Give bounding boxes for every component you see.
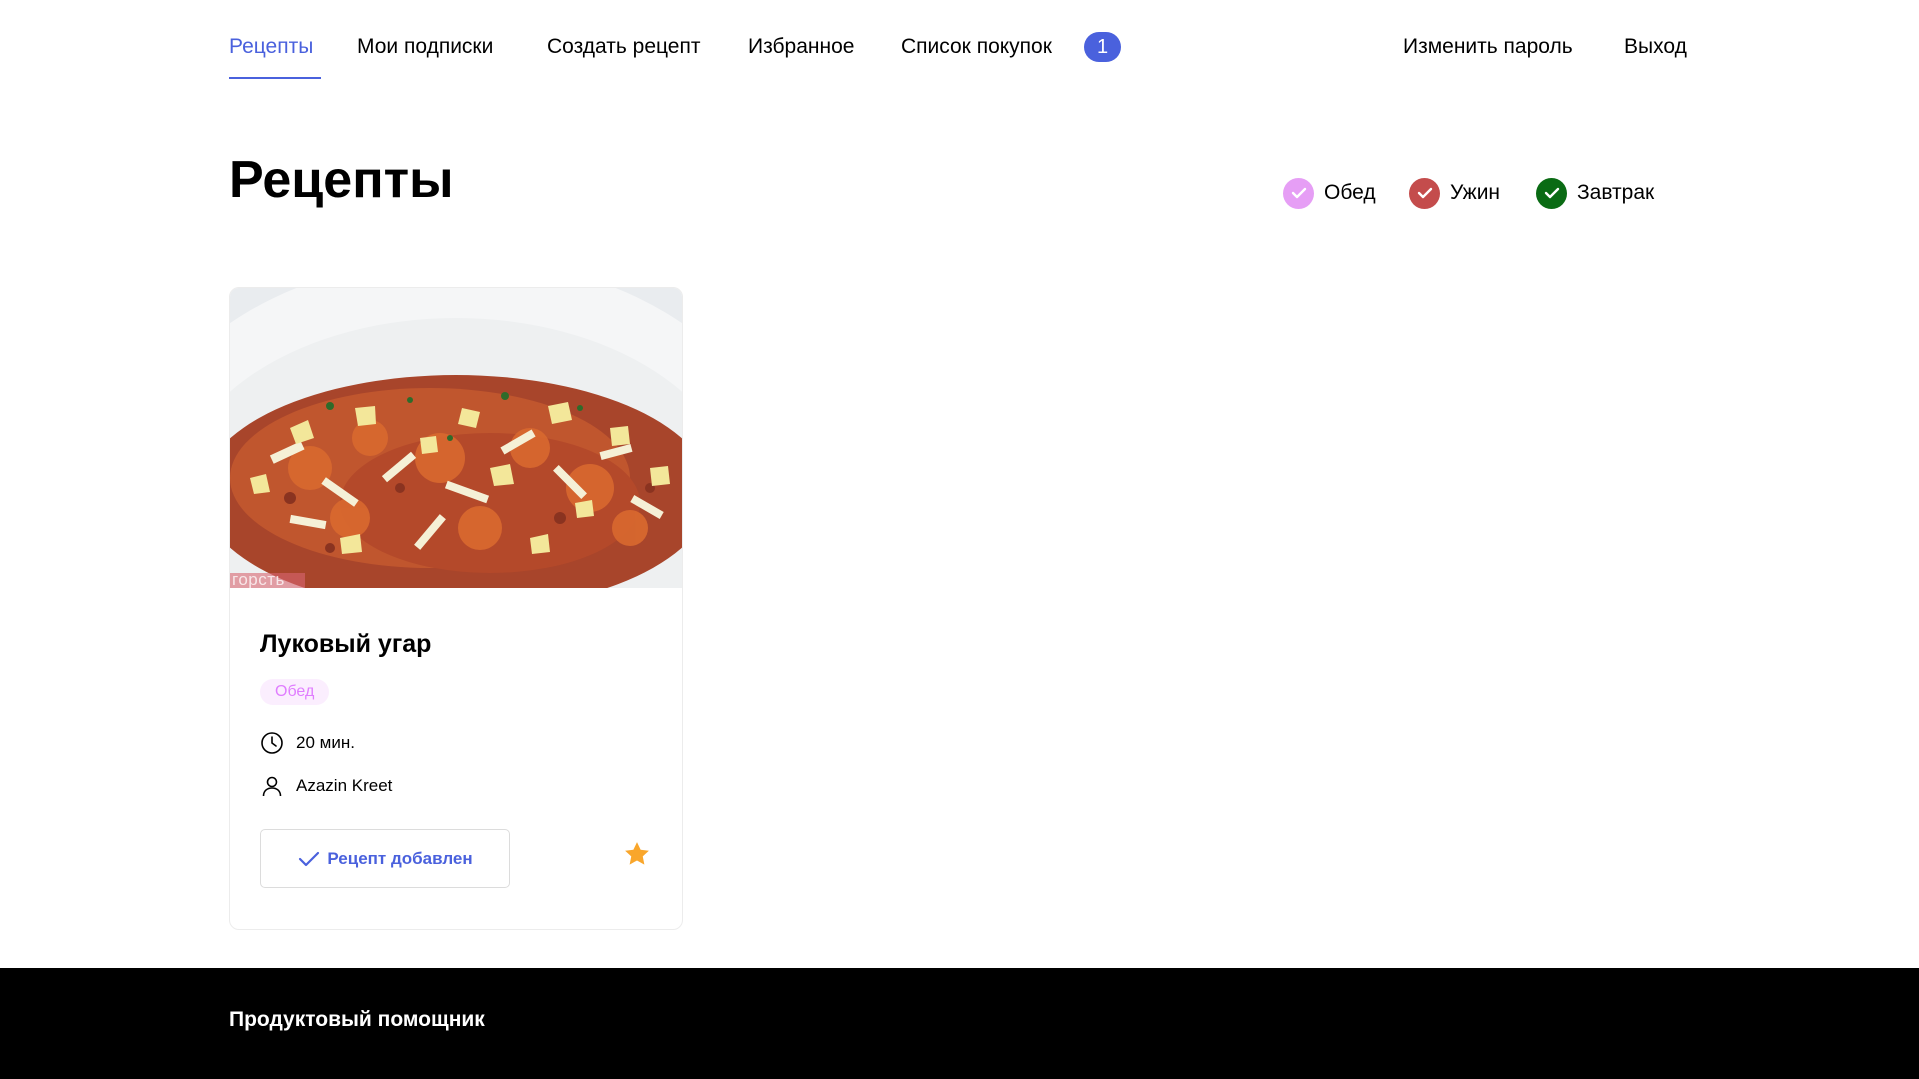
cooking-time-text: 20 мин. <box>296 733 355 752</box>
top-nav: Рецепты Мои подписки Создать рецепт Избр… <box>0 0 1919 92</box>
nav-recipes[interactable]: Рецепты <box>229 32 313 62</box>
user-icon <box>262 776 282 797</box>
check-icon <box>299 851 320 866</box>
recipe-card: горсть Луковый угар Обед 20 мин. Azazin … <box>229 287 683 930</box>
page-title: Рецепты <box>229 151 454 209</box>
star-icon[interactable] <box>622 839 652 874</box>
filter-lunch[interactable]: Обед <box>1283 176 1376 210</box>
recipe-author: Azazin Kreet <box>260 774 392 798</box>
nav-create-recipe[interactable]: Создать рецепт <box>547 32 700 62</box>
nav-change-password[interactable]: Изменить пароль <box>1403 32 1573 62</box>
nav-subscriptions[interactable]: Мои подписки <box>357 32 493 62</box>
recipe-cooking-time: 20 мин. <box>260 731 355 755</box>
check-icon <box>1283 177 1314 209</box>
nav-shopping-list[interactable]: Список покупок <box>901 32 1052 62</box>
nav-favorites[interactable]: Избранное <box>748 32 854 62</box>
check-icon <box>1536 177 1567 209</box>
clock-icon <box>261 732 283 754</box>
nav-active-underline <box>229 77 321 79</box>
filter-label: Завтрак <box>1577 181 1655 204</box>
footer: Продуктовый помощник <box>0 968 1919 1079</box>
recipe-added-label: Рецепт добавлен <box>327 848 473 868</box>
image-watermark: горсть <box>232 570 285 588</box>
recipe-added-button[interactable]: Рецепт добавлен <box>260 829 510 888</box>
check-icon <box>1409 177 1440 209</box>
footer-brand: Продуктовый помощник <box>229 1008 485 1031</box>
filter-label: Ужин <box>1450 181 1501 204</box>
filter-breakfast[interactable]: Завтрак <box>1536 176 1654 210</box>
recipe-title[interactable]: Луковый угар <box>260 630 431 659</box>
filter-label: Обед <box>1324 181 1376 204</box>
shopping-list-count-badge: 1 <box>1084 32 1121 62</box>
author-name[interactable]: Azazin Kreet <box>296 776 392 796</box>
filter-dinner[interactable]: Ужин <box>1409 176 1500 210</box>
recipe-image[interactable]: горсть <box>230 288 682 588</box>
nav-logout[interactable]: Выход <box>1624 32 1687 62</box>
recipe-tag: Обед <box>260 679 330 705</box>
